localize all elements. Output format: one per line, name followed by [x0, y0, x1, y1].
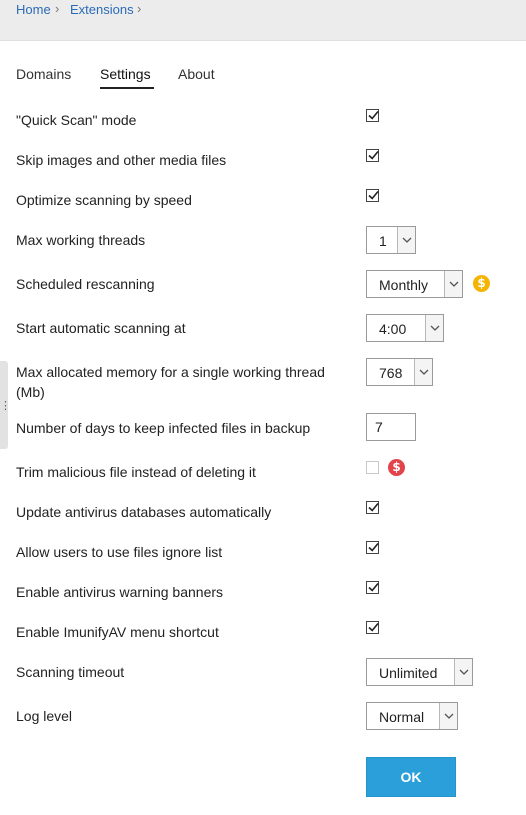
backup-days-label: Number of days to keep infected files in…: [16, 420, 311, 436]
trim-malicious-label: Trim malicious file instead of deleting …: [16, 464, 256, 480]
chevron-down-icon: [414, 359, 432, 385]
max-memory-select[interactable]: 768: [366, 358, 433, 386]
dollar-coin-icon[interactable]: $: [388, 459, 405, 476]
max-memory-unit-label: (Mb): [16, 384, 45, 400]
max-threads-value: 1: [379, 233, 387, 249]
chevron-down-icon: [444, 271, 462, 297]
trim-malicious-checkbox[interactable]: [366, 461, 379, 474]
chevron-down-icon: [454, 659, 472, 685]
ignore-list-checkbox[interactable]: [366, 541, 379, 554]
drag-handle-icon: ⋮: [0, 400, 11, 412]
chevron-down-icon: [425, 315, 443, 341]
backup-days-input[interactable]: [366, 413, 416, 441]
menu-shortcut-label: Enable ImunifyAV menu shortcut: [16, 624, 219, 640]
quick-scan-checkbox[interactable]: [366, 109, 379, 122]
checkmark-icon: [368, 582, 379, 592]
rescanning-select[interactable]: Monthly: [366, 270, 463, 298]
log-level-value: Normal: [379, 709, 425, 725]
max-threads-label: Max working threads: [16, 232, 146, 248]
timeout-value: Unlimited: [379, 665, 438, 681]
warning-banners-checkbox[interactable]: [366, 581, 379, 594]
breadcrumb-extensions-link[interactable]: Extensions: [70, 2, 134, 17]
sidebar-toggle-handle[interactable]: ⋮: [0, 361, 11, 449]
quick-scan-label: "Quick Scan" mode: [16, 112, 137, 128]
ok-button[interactable]: OK: [366, 757, 456, 797]
chevron-right-icon: ›: [137, 1, 142, 16]
chevron-down-icon: [439, 703, 457, 729]
dollar-coin-icon[interactable]: $: [473, 275, 490, 292]
rescanning-label: Scheduled rescanning: [16, 276, 155, 292]
chevron-right-icon: ›: [55, 1, 60, 16]
tab-settings[interactable]: Settings: [100, 66, 151, 82]
log-level-label: Log level: [16, 708, 73, 724]
warning-banners-label: Enable antivirus warning banners: [16, 584, 224, 600]
checkmark-icon: [368, 150, 379, 160]
breadcrumb: Home › Extensions ›: [0, 0, 526, 41]
checkmark-icon: [368, 542, 379, 552]
checkmark-icon: [368, 110, 379, 120]
log-level-select[interactable]: Normal: [366, 702, 458, 730]
start-at-select[interactable]: 4:00: [366, 314, 444, 342]
rescanning-value: Monthly: [379, 277, 429, 293]
update-db-label: Update antivirus databases automatically: [16, 504, 272, 520]
optimize-speed-label: Optimize scanning by speed: [16, 192, 192, 208]
start-at-label: Start automatic scanning at: [16, 320, 186, 336]
max-memory-value: 768: [379, 365, 403, 381]
active-tab-indicator: [100, 87, 154, 89]
skip-media-label: Skip images and other media files: [16, 152, 227, 168]
checkmark-icon: [368, 190, 379, 200]
max-threads-select[interactable]: 1: [366, 226, 416, 254]
chevron-down-icon: [397, 227, 415, 253]
checkmark-icon: [368, 502, 379, 512]
ignore-list-label: Allow users to use files ignore list: [16, 544, 223, 560]
breadcrumb-home-link[interactable]: Home: [16, 2, 51, 17]
checkmark-icon: [368, 622, 379, 632]
tab-about[interactable]: About: [178, 66, 215, 82]
timeout-select[interactable]: Unlimited: [366, 658, 473, 686]
menu-shortcut-checkbox[interactable]: [366, 621, 379, 634]
timeout-label: Scanning timeout: [16, 664, 125, 680]
tab-domains[interactable]: Domains: [16, 66, 71, 82]
optimize-speed-checkbox[interactable]: [366, 189, 379, 202]
start-at-value: 4:00: [379, 321, 407, 337]
update-db-checkbox[interactable]: [366, 501, 379, 514]
skip-media-checkbox[interactable]: [366, 149, 379, 162]
max-memory-label: Max allocated memory for a single workin…: [16, 364, 325, 380]
